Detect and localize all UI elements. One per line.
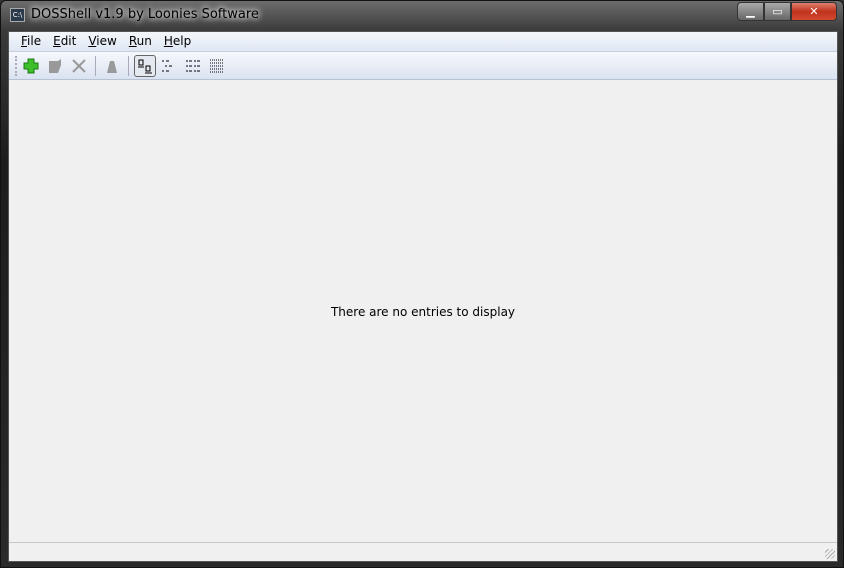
menu-label: File (21, 34, 42, 48)
status-bar (9, 542, 837, 561)
toolbar-separator (95, 55, 96, 76)
view-large-icons-button[interactable] (134, 54, 156, 77)
edit-button[interactable] (44, 55, 66, 77)
window-title: DOSShell v1.9 by Loonies Software (31, 7, 259, 22)
menu-view[interactable]: View (82, 32, 122, 51)
toolbar-grip[interactable] (15, 55, 18, 76)
minimize-button[interactable]: ▁ (737, 2, 764, 21)
menu-label: Help (163, 34, 192, 48)
view-details-button[interactable] (206, 55, 228, 77)
toolbar-separator (128, 55, 129, 76)
close-button[interactable]: ✕ (791, 2, 837, 21)
menu-bar: File Edit View Run Help (9, 32, 837, 52)
run-button[interactable] (101, 55, 123, 77)
delete-x-icon (72, 58, 86, 73)
app-icon[interactable]: C:\ (10, 8, 25, 22)
add-button[interactable] (20, 55, 42, 77)
large-icons-icon (138, 59, 152, 73)
edit-icon (49, 58, 61, 73)
client-area: File Edit View Run Help There are no ent… (8, 31, 838, 562)
app-window: C:\ DOSShell v1.9 by Loonies Software ▁ … (0, 0, 844, 568)
menu-file[interactable]: File (15, 32, 47, 51)
menu-label: Run (128, 34, 152, 48)
entries-view[interactable]: There are no entries to display (9, 81, 837, 542)
view-small-icons-button[interactable] (158, 55, 180, 77)
plus-icon (23, 58, 39, 73)
maximize-button[interactable]: ▭ (764, 2, 791, 21)
list-icon (186, 60, 200, 71)
small-icons-icon (162, 60, 172, 71)
menu-label: Edit (53, 34, 77, 48)
delete-button[interactable] (68, 55, 90, 77)
resize-grip[interactable] (825, 549, 835, 559)
empty-message: There are no entries to display (330, 304, 516, 319)
view-list-button[interactable] (182, 55, 204, 77)
menu-help[interactable]: Help (158, 32, 197, 51)
menu-edit[interactable]: Edit (47, 32, 82, 51)
run-icon (107, 60, 117, 73)
title-bar[interactable]: C:\ DOSShell v1.9 by Loonies Software ▁ … (1, 1, 843, 31)
menu-run[interactable]: Run (123, 32, 158, 51)
menu-label: View (88, 34, 117, 48)
toolbar (9, 52, 837, 80)
details-icon (210, 59, 224, 72)
